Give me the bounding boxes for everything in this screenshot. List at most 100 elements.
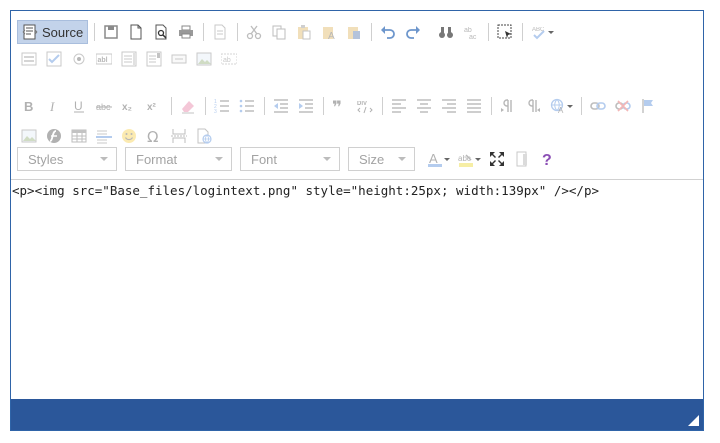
new-page-icon	[130, 24, 142, 40]
toolbar-row-3: B I U abc x₂ x² 123 ❞ DIV A	[17, 93, 661, 119]
help-icon: ?	[542, 152, 552, 167]
select-all-button[interactable]	[493, 20, 517, 44]
align-center-button[interactable]	[412, 94, 436, 118]
show-blocks-icon	[516, 151, 527, 167]
toolbar-separator	[264, 97, 265, 115]
italic-icon: I	[49, 99, 55, 114]
cut-icon	[247, 25, 262, 40]
flash-button[interactable]	[42, 124, 66, 148]
maximize-button[interactable]	[485, 147, 509, 171]
hidden-field-icon: ab	[221, 53, 237, 65]
text-direction-rtl-icon	[528, 99, 540, 112]
bulleted-list-button[interactable]	[235, 94, 259, 118]
image-button[interactable]	[17, 124, 41, 148]
form-button[interactable]	[17, 47, 41, 71]
svg-text:x₂: x₂	[122, 102, 132, 113]
select-field-button[interactable]	[142, 47, 166, 71]
preview-icon	[155, 24, 167, 40]
button-field-icon	[171, 54, 187, 64]
styles-dropdown[interactable]: Styles	[17, 147, 117, 171]
undo-button[interactable]	[376, 20, 400, 44]
button-field-button[interactable]	[167, 47, 191, 71]
chevron-down-icon	[100, 157, 108, 161]
font-dropdown[interactable]: Font	[240, 147, 340, 171]
special-char-button[interactable]: Ω	[142, 124, 166, 148]
subscript-button[interactable]: x₂	[117, 94, 141, 118]
anchor-button[interactable]	[636, 94, 660, 118]
textarea-icon	[121, 51, 137, 67]
smiley-button[interactable]	[117, 124, 141, 148]
paste-text-button[interactable]: A	[317, 20, 341, 44]
div-container-icon: DIV	[357, 101, 373, 114]
subscript-icon: x₂	[122, 102, 132, 113]
blockquote-button[interactable]: ❞	[328, 94, 352, 118]
page-break-button[interactable]	[167, 124, 191, 148]
superscript-icon: x²	[147, 102, 157, 113]
strike-button[interactable]: abc	[92, 94, 116, 118]
underline-icon: U	[74, 99, 84, 113]
superscript-button[interactable]: x²	[142, 94, 166, 118]
numbered-list-button[interactable]: 123	[210, 94, 234, 118]
source-button[interactable]: Source	[17, 20, 89, 44]
textarea-button[interactable]	[117, 47, 141, 71]
hidden-field-button[interactable]: ab	[217, 47, 241, 71]
save-button[interactable]	[99, 20, 123, 44]
svg-text:A: A	[328, 31, 335, 40]
paste-from-word-icon	[348, 27, 361, 39]
horizontal-rule-button[interactable]	[92, 124, 116, 148]
source-editor-textarea[interactable]: <p><img src="Base_files/logintext.png" s…	[11, 180, 703, 400]
iframe-button[interactable]	[192, 124, 216, 148]
unlink-button[interactable]	[611, 94, 635, 118]
format-dropdown[interactable]: Format	[125, 147, 232, 171]
cut-button[interactable]	[242, 20, 266, 44]
background-color-button[interactable]: abc	[454, 147, 484, 171]
toolbar-row-2: abl ab	[17, 46, 242, 72]
text-color-icon: A	[427, 151, 442, 167]
resize-handle-icon[interactable]	[688, 415, 699, 426]
checkbox-button[interactable]	[42, 47, 66, 71]
create-div-button[interactable]: DIV	[353, 94, 377, 118]
checkbox-icon	[46, 51, 62, 67]
toolbar-separator	[488, 23, 490, 41]
bold-button[interactable]: B	[17, 94, 41, 118]
print-button[interactable]	[174, 20, 198, 44]
text-color-button[interactable]: A	[423, 147, 453, 171]
show-blocks-button[interactable]	[510, 147, 534, 171]
size-dropdown[interactable]: Size	[348, 147, 415, 171]
spell-check-button[interactable]: ABC	[527, 20, 557, 44]
select-all-icon	[497, 24, 512, 39]
remove-format-button[interactable]	[176, 94, 200, 118]
justify-button[interactable]	[462, 94, 486, 118]
ltr-button[interactable]	[496, 94, 520, 118]
image-button-field-button[interactable]	[192, 47, 216, 71]
flash-icon	[47, 129, 61, 143]
text-field-button[interactable]: abl	[92, 47, 116, 71]
chevron-down-icon	[398, 157, 406, 161]
align-left-button[interactable]	[387, 94, 411, 118]
link-button[interactable]	[586, 94, 610, 118]
spell-check-icon: ABC	[532, 27, 545, 40]
bold-icon: B	[24, 99, 33, 114]
new-page-button[interactable]	[124, 20, 148, 44]
chevron-down-icon	[323, 157, 331, 161]
paste-button[interactable]	[292, 20, 316, 44]
outdent-button[interactable]	[269, 94, 293, 118]
redo-button[interactable]	[401, 20, 425, 44]
rtl-button[interactable]	[521, 94, 545, 118]
paste-from-word-button[interactable]	[342, 20, 366, 44]
find-button[interactable]	[434, 20, 458, 44]
table-button[interactable]	[67, 124, 91, 148]
align-right-button[interactable]	[437, 94, 461, 118]
templates-button[interactable]	[208, 20, 232, 44]
indent-button[interactable]	[294, 94, 318, 118]
help-button[interactable]: ?	[535, 147, 559, 171]
redo-icon	[406, 26, 421, 39]
italic-button[interactable]: I	[42, 94, 66, 118]
svg-text:abl: abl	[98, 57, 108, 64]
copy-button[interactable]	[267, 20, 291, 44]
preview-button[interactable]	[149, 20, 173, 44]
radio-button[interactable]	[67, 47, 91, 71]
underline-button[interactable]: U	[67, 94, 91, 118]
language-button[interactable]: A	[546, 94, 576, 118]
replace-button[interactable]: ab ac	[459, 20, 483, 44]
